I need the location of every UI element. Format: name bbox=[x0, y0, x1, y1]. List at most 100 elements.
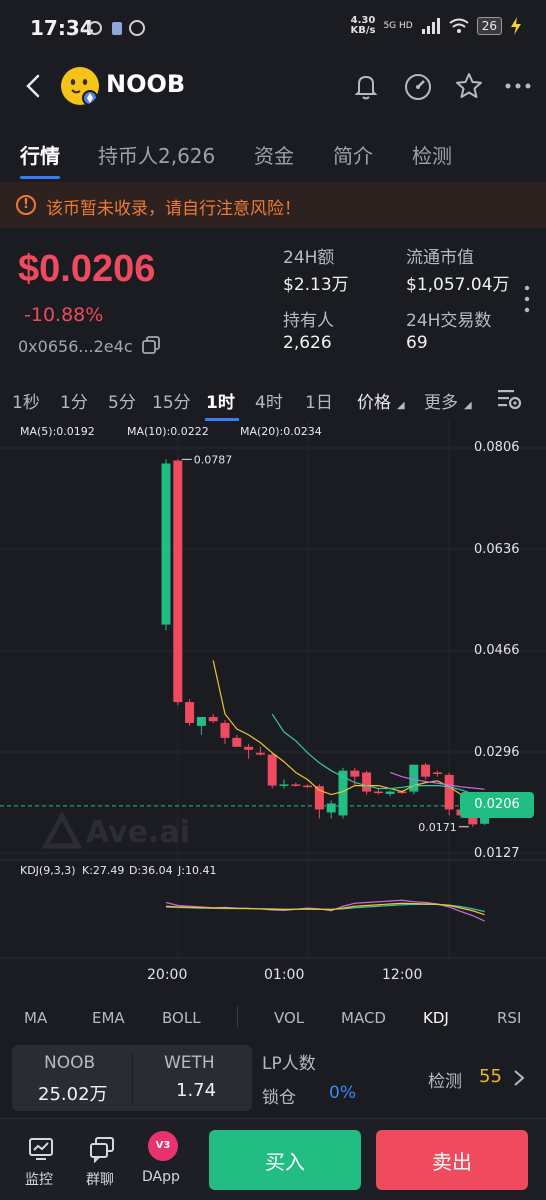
interval-4h[interactable]: 4时 bbox=[255, 388, 283, 413]
nav-dapp-label[interactable]: DApp bbox=[142, 1169, 180, 1185]
candlestick-chart[interactable]: 0.0787 0.0171 bbox=[0, 420, 546, 1000]
more-icon[interactable] bbox=[502, 70, 534, 102]
tab-market[interactable]: 行情 bbox=[20, 140, 60, 169]
back-icon[interactable] bbox=[18, 70, 46, 102]
chevron-right-icon[interactable] bbox=[512, 1068, 526, 1088]
pool-token-a-label: NOOB bbox=[44, 1053, 96, 1073]
indicator-vol[interactable]: VOL bbox=[274, 1009, 304, 1027]
stat-value-market-cap: $1,057.04万 bbox=[406, 275, 510, 295]
stat-value-volume: $2.13万 bbox=[283, 275, 349, 295]
contract-address: 0x0656...2e4c bbox=[18, 337, 133, 356]
candle-body bbox=[291, 784, 301, 786]
lp-holders-label: LP人数 bbox=[262, 1054, 316, 1074]
kdj-legend-d: D:36.04 bbox=[129, 864, 173, 877]
candle-body bbox=[362, 772, 372, 792]
candle-body bbox=[303, 785, 313, 788]
gauge-icon[interactable] bbox=[402, 70, 434, 102]
liquidity-separator bbox=[132, 1052, 133, 1104]
stat-label-tx-count: 24H交易数 bbox=[406, 311, 492, 331]
star-icon[interactable] bbox=[453, 70, 485, 102]
x-tick-2: 12:00 bbox=[382, 967, 423, 983]
interval-1m[interactable]: 1分 bbox=[60, 388, 88, 413]
group-chat-icon[interactable] bbox=[88, 1135, 116, 1163]
check-score[interactable]: 55 bbox=[479, 1066, 502, 1087]
candle-body bbox=[185, 702, 195, 723]
kdj-j-line bbox=[165, 899, 485, 922]
kdj-legend-k: K:27.49 bbox=[82, 864, 125, 877]
indicator-kdj[interactable]: KDJ bbox=[423, 1009, 449, 1027]
current-price: $0.0206 bbox=[18, 248, 156, 290]
risk-warning-banner: ! 该币暂未收录，请自行注意风险！ bbox=[0, 182, 546, 228]
indicator-ema[interactable]: EMA bbox=[92, 1009, 125, 1027]
more-intervals-dropdown[interactable]: 更多 ◢ bbox=[424, 388, 472, 413]
stat-label-holders: 持有人 bbox=[283, 311, 334, 331]
price-change: -10.88% bbox=[24, 304, 104, 326]
interval-1d[interactable]: 1日 bbox=[305, 388, 333, 413]
nav-monitor-label[interactable]: 监控 bbox=[25, 1169, 53, 1189]
stat-label-market-cap: 流通市值 bbox=[406, 248, 474, 268]
candle-body bbox=[350, 770, 360, 777]
candle-body bbox=[267, 754, 277, 786]
candle-body bbox=[161, 463, 171, 625]
lock-label: 锁仓 bbox=[262, 1088, 296, 1108]
caret-down-icon: ◢ bbox=[464, 400, 472, 411]
price-type-dropdown[interactable]: 价格 ◢ bbox=[357, 388, 405, 413]
chart-settings-icon[interactable] bbox=[496, 386, 522, 412]
kdj-legend-j: J:10.41 bbox=[178, 864, 217, 877]
signal-icon bbox=[421, 18, 440, 34]
nav-group-chat-label[interactable]: 群聊 bbox=[86, 1169, 114, 1189]
y-tick-3: 0.0296 bbox=[474, 745, 520, 760]
interval-1h[interactable]: 1时 bbox=[206, 388, 235, 413]
interval-15m[interactable]: 15分 bbox=[152, 388, 191, 413]
candle-body bbox=[232, 737, 242, 747]
bell-icon[interactable] bbox=[350, 70, 382, 102]
interval-5m[interactable]: 5分 bbox=[108, 388, 136, 413]
dapp-v3-badge[interactable]: V3 bbox=[148, 1131, 178, 1161]
charging-icon bbox=[511, 17, 521, 35]
token-name: NOOB bbox=[106, 70, 186, 98]
ma5-line bbox=[212, 660, 485, 815]
monitor-icon[interactable] bbox=[27, 1135, 55, 1163]
bottom-action-bar: 监控 群聊 V3 DApp 买入 卖出 bbox=[0, 1118, 546, 1200]
vertical-more-icon[interactable] bbox=[524, 284, 530, 314]
x-tick-0: 20:00 bbox=[147, 967, 188, 983]
indicator-macd[interactable]: MACD bbox=[341, 1009, 386, 1027]
candle-body bbox=[385, 791, 395, 794]
tab-check[interactable]: 检测 bbox=[412, 140, 452, 169]
y-tick-0: 0.0806 bbox=[474, 440, 520, 455]
copy-icon[interactable] bbox=[141, 335, 161, 355]
high-label: 0.0787 bbox=[194, 453, 233, 466]
main-tabs: 行情 持币人2,626 资金 简介 检测 bbox=[0, 130, 546, 182]
pool-token-a-value: 25.02万 bbox=[38, 1084, 108, 1105]
interval-1s[interactable]: 1秒 bbox=[12, 388, 40, 413]
stat-value-tx-count: 69 bbox=[406, 333, 428, 353]
candle-body bbox=[432, 772, 442, 774]
candle-body bbox=[208, 717, 218, 722]
x-tick-1: 01:00 bbox=[264, 967, 305, 983]
indicator-rsi[interactable]: RSI bbox=[497, 1009, 521, 1027]
indicator-ma[interactable]: MA bbox=[24, 1009, 47, 1027]
lock-value: 0% bbox=[329, 1083, 356, 1103]
candle-body bbox=[255, 752, 265, 755]
network-label: 5G HD bbox=[383, 21, 413, 31]
caret-down-icon: ◢ bbox=[397, 400, 405, 411]
stat-label-volume: 24H额 bbox=[283, 248, 335, 268]
tab-funds[interactable]: 资金 bbox=[254, 140, 294, 169]
y-tick-1: 0.0636 bbox=[474, 542, 520, 557]
candle-body bbox=[279, 784, 289, 786]
warning-icon: ! bbox=[16, 195, 36, 215]
candle-body bbox=[196, 717, 206, 726]
sell-button[interactable]: 卖出 bbox=[376, 1130, 528, 1190]
tab-underline bbox=[20, 176, 60, 179]
check-label[interactable]: 检测 bbox=[428, 1067, 462, 1092]
candle-body bbox=[244, 746, 254, 750]
tab-intro[interactable]: 简介 bbox=[333, 140, 373, 169]
wifi-icon bbox=[449, 18, 469, 33]
indicator-divider bbox=[237, 1006, 238, 1028]
buy-button[interactable]: 买入 bbox=[209, 1130, 361, 1190]
stat-value-holders: 2,626 bbox=[283, 333, 332, 353]
tab-holders[interactable]: 持币人2,626 bbox=[98, 140, 215, 169]
pool-token-b-label: WETH bbox=[164, 1053, 215, 1073]
indicator-boll[interactable]: BOLL bbox=[162, 1009, 201, 1027]
warning-text: 该币暂未收录，请自行注意风险！ bbox=[46, 199, 301, 219]
